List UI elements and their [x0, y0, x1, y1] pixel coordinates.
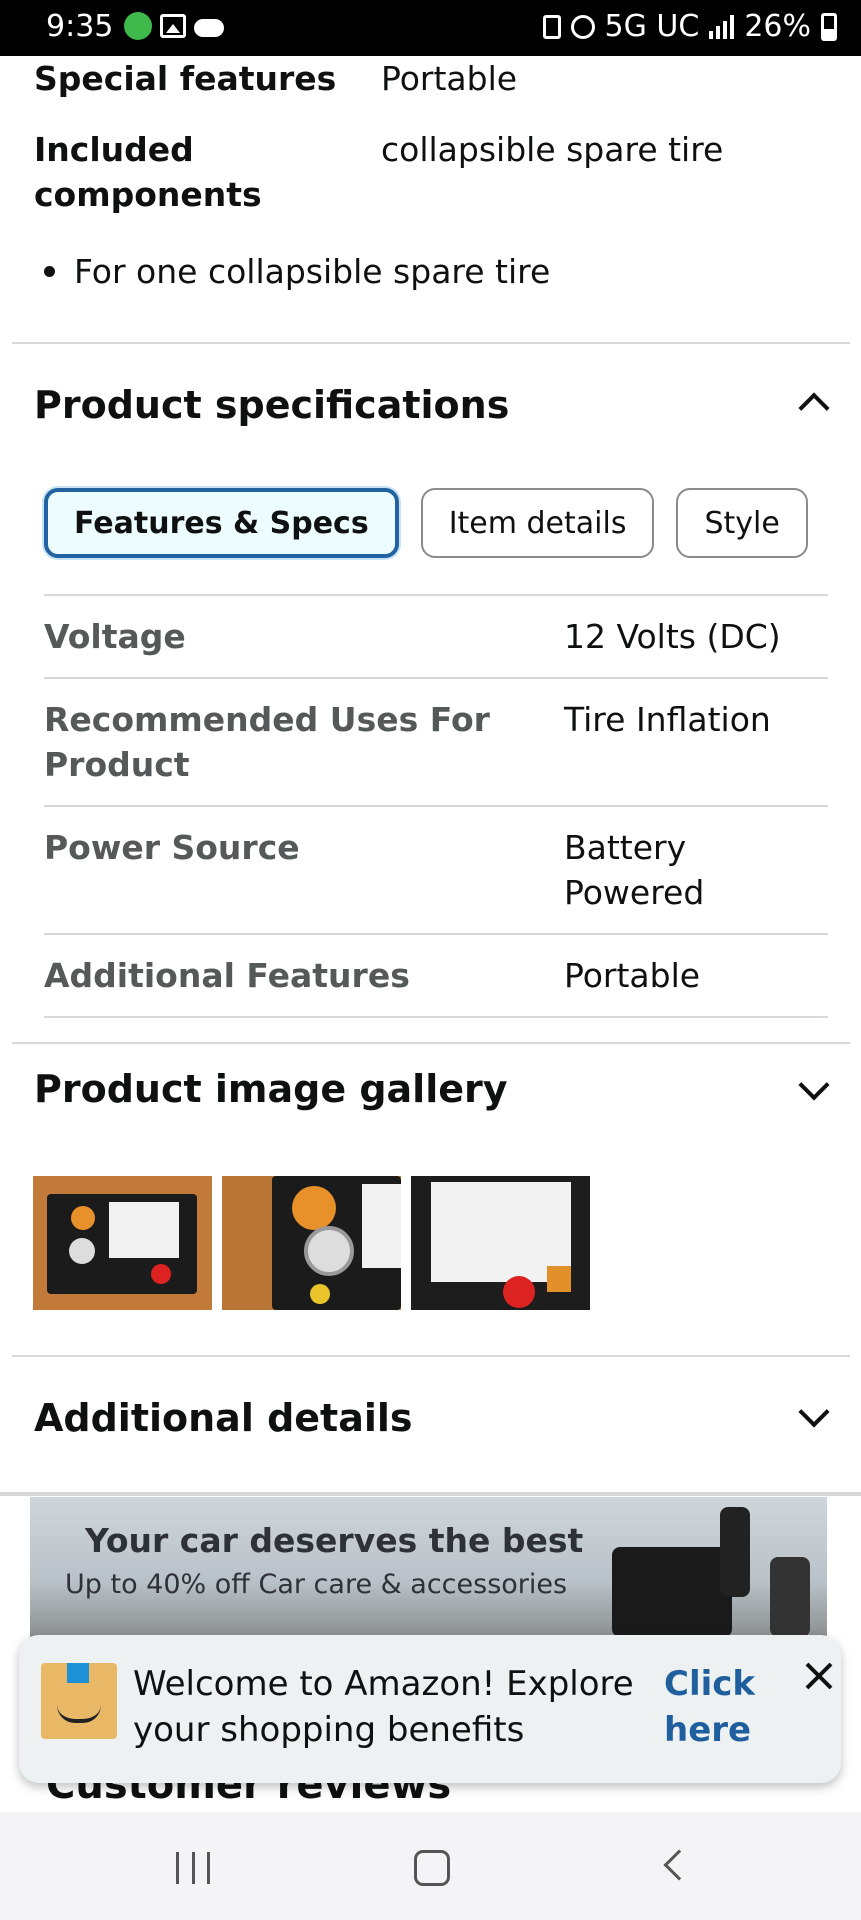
gallery-notification-icon — [160, 14, 186, 38]
chevron-down-icon[interactable] — [798, 1396, 830, 1428]
table-row: Recommended Uses For Product Tire Inflat… — [44, 677, 828, 805]
feature-label: Special features — [34, 59, 337, 98]
spec-value: 12 Volts (DC) — [564, 617, 781, 656]
cloud-icon — [194, 19, 224, 37]
notification-icons — [124, 12, 224, 40]
status-bar: 9:35 5G UC 26% — [0, 0, 861, 56]
bullet-text: For one collapsible spare tire — [74, 252, 551, 291]
spec-label: Voltage — [44, 617, 186, 656]
table-row: Voltage 12 Volts (DC) — [44, 594, 828, 677]
amazon-logo-icon — [41, 1663, 117, 1739]
feature-label: Included components — [34, 130, 262, 214]
gallery-title: Product image gallery — [34, 1067, 508, 1111]
tab-features-specs[interactable]: Features & Specs — [44, 488, 399, 558]
feature-value: Portable — [381, 59, 518, 98]
gallery-thumbnail[interactable] — [33, 1176, 212, 1310]
spec-label: Power Source — [44, 828, 300, 867]
banner-product-image — [612, 1547, 732, 1637]
section-divider — [12, 342, 850, 344]
spec-value: Battery Powered — [564, 828, 705, 912]
gallery-thumbnail[interactable] — [222, 1176, 401, 1310]
image-gallery — [33, 1176, 590, 1310]
network-label: 5G UC — [604, 9, 700, 44]
section-divider — [0, 1492, 861, 1496]
feature-value: collapsible spare tire — [381, 130, 724, 169]
battery-icon — [821, 12, 837, 41]
banner-headline: Your car deserves the best — [85, 1521, 584, 1560]
spec-value: Tire Inflation — [564, 700, 771, 739]
click-here-link[interactable]: Click here — [664, 1661, 784, 1753]
section-divider — [12, 1355, 850, 1357]
status-time: 9:35 — [46, 9, 114, 44]
spec-label: Additional Features — [44, 956, 410, 995]
specs-title: Product specifications — [34, 383, 510, 427]
feature-row: Special features Portable — [34, 56, 517, 101]
spec-value: Portable — [564, 956, 701, 995]
feature-row: Included components collapsible spare ti… — [34, 127, 723, 217]
spec-label: Recommended Uses For Product — [44, 700, 490, 784]
battery-percent: 26% — [744, 9, 811, 44]
banner-subline: Up to 40% off Car care & accessories — [65, 1569, 568, 1600]
chevron-up-icon[interactable] — [798, 392, 830, 424]
tab-style[interactable]: Style — [676, 488, 808, 558]
gallery-thumbnail[interactable] — [411, 1176, 590, 1310]
recent-apps-button[interactable] — [176, 1852, 210, 1884]
chevron-down-icon[interactable] — [798, 1069, 830, 1101]
table-row: Additional Features Portable — [44, 933, 828, 1018]
banner-product-image — [720, 1507, 750, 1597]
bullet-item: For one collapsible spare tire — [44, 252, 550, 291]
back-button[interactable] — [663, 1849, 695, 1881]
alarm-icon — [570, 14, 595, 39]
home-button[interactable] — [414, 1850, 450, 1886]
section-divider — [12, 1042, 850, 1044]
welcome-toast: Welcome to Amazon! Explore your shopping… — [19, 1635, 841, 1783]
close-icon[interactable] — [799, 1657, 839, 1697]
system-icons: 5G UC 26% — [542, 9, 837, 44]
toast-message: Welcome to Amazon! Explore your shopping… — [133, 1664, 634, 1750]
signal-icon — [709, 14, 735, 39]
app-notification-icon — [124, 12, 152, 40]
system-nav-bar — [0, 1812, 861, 1920]
banner-product-image — [770, 1557, 810, 1637]
tab-item-details[interactable]: Item details — [420, 488, 655, 558]
spec-tabs: Features & Specs Item details Style — [44, 488, 808, 558]
bullet-dot — [44, 266, 55, 277]
details-title: Additional details — [34, 1396, 413, 1440]
spec-table: Voltage 12 Volts (DC) Recommended Uses F… — [44, 594, 828, 1018]
table-row: Power Source Battery Powered — [44, 805, 828, 933]
lock-icon — [542, 14, 561, 39]
promo-banner[interactable]: Your car deserves the best Up to 40% off… — [30, 1497, 827, 1637]
